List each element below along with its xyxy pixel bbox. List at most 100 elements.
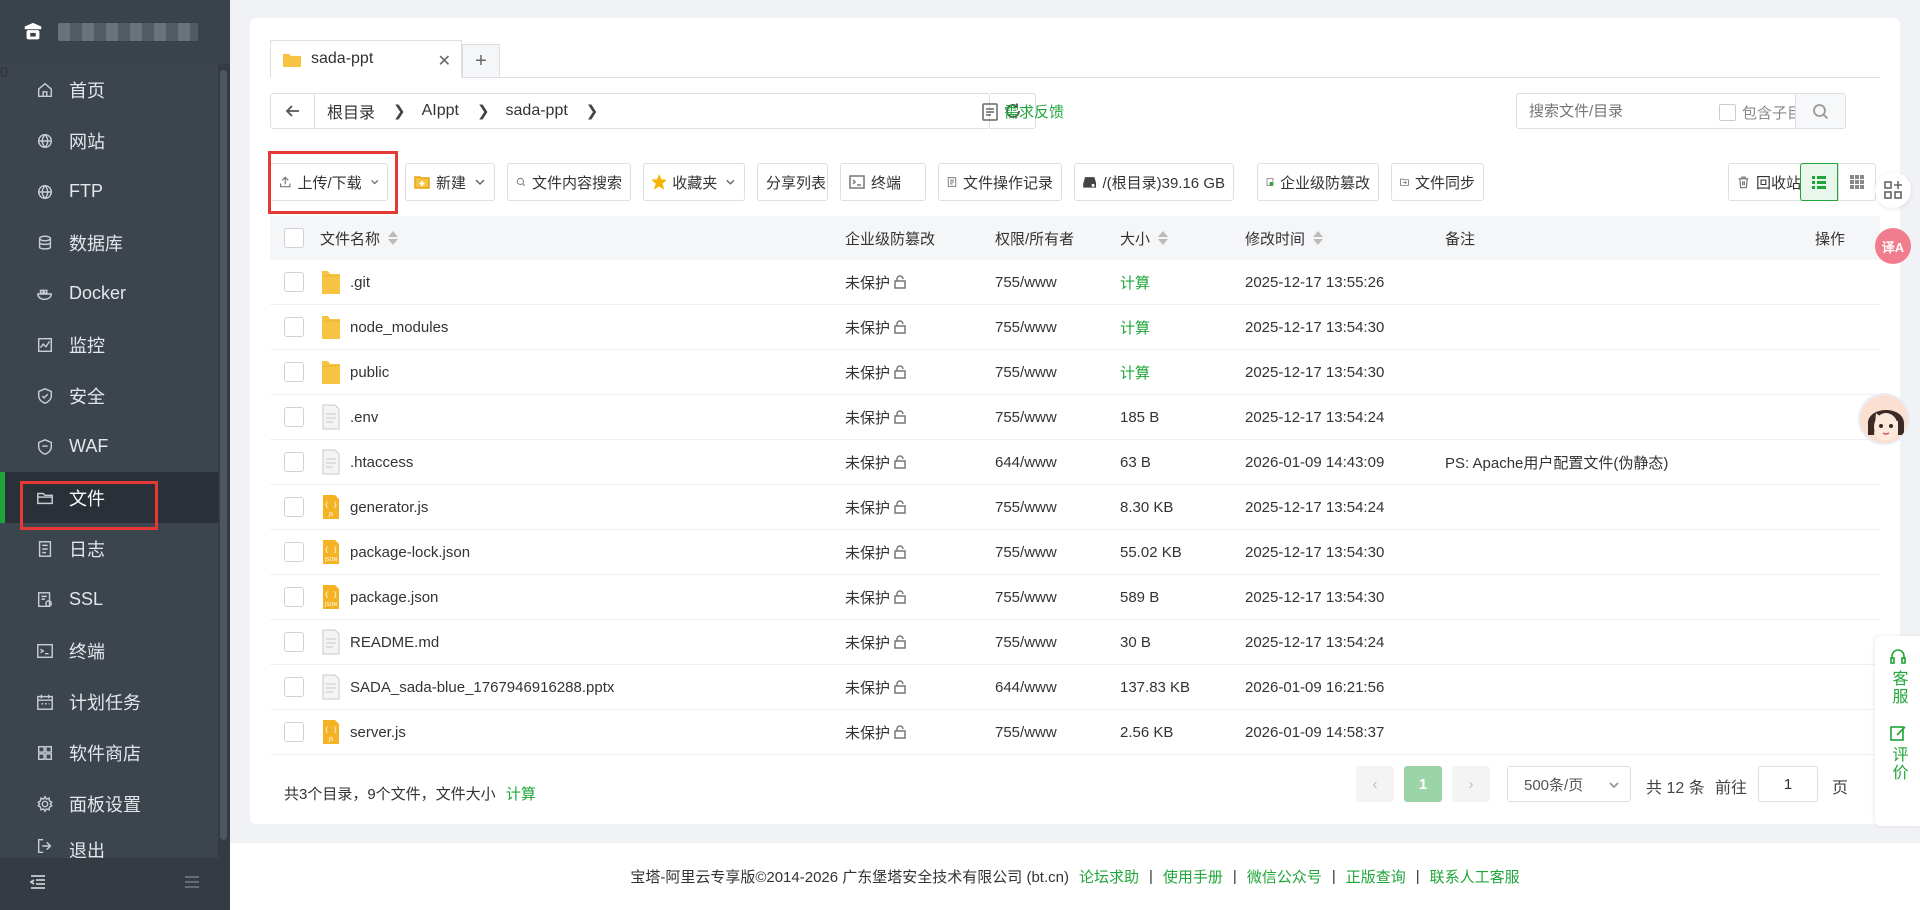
sidebar-item-logs[interactable]: 日志: [0, 523, 218, 574]
perm-owner[interactable]: 755/www: [995, 589, 1057, 606]
breadcrumb-root[interactable]: 根目录: [327, 99, 375, 123]
perm-cell[interactable]: 755/www: [995, 575, 1057, 619]
table-row[interactable]: .env 未保护 755/www 185 B 2025-12-17 13:54:24: [270, 395, 1880, 440]
sidebar-item-ftp[interactable]: FTP: [0, 166, 218, 217]
calc-size-link[interactable]: 计算: [1120, 362, 1150, 383]
sidebar-item-appstore[interactable]: 软件商店: [0, 727, 218, 778]
table-row[interactable]: SADA_sada-blue_1767946916288.pptx 未保护 644/…: [270, 665, 1880, 710]
perm-owner[interactable]: 755/www: [995, 724, 1057, 741]
table-row[interactable]: { } JS server.js 未保护 755/www 2.56 KB 2026-01-0…: [270, 710, 1880, 755]
sidebar-item-home[interactable]: 首页: [0, 64, 218, 115]
table-row[interactable]: { } JS generator.js 未保护 755/www 8.30 KB 2025-1…: [270, 485, 1880, 530]
goto-page-input[interactable]: [1758, 766, 1818, 802]
file-name-cell[interactable]: README.md: [320, 620, 439, 664]
sidebar-item-monitor[interactable]: 监控: [0, 319, 218, 370]
license-check-link[interactable]: 正版查询: [1346, 866, 1406, 887]
perm-owner[interactable]: 755/www: [995, 319, 1057, 336]
sort-icon[interactable]: [1158, 231, 1169, 245]
sidebar-item-logout[interactable]: 退出: [0, 829, 218, 859]
file-note[interactable]: PS: Apache用户配置文件(伪静态): [1445, 452, 1668, 473]
file-name-cell[interactable]: { } JS generator.js: [320, 485, 428, 529]
sidebar-item-ssl[interactable]: SSL: [0, 574, 218, 625]
file-name[interactable]: .env: [350, 409, 378, 426]
tamper-proof-button[interactable]: 企业级防篡改: [1257, 163, 1379, 201]
file-name-cell[interactable]: { } JSON package.json: [320, 575, 438, 619]
file-name-cell[interactable]: public: [320, 350, 389, 394]
size-cell[interactable]: 计算: [1120, 305, 1150, 349]
file-name[interactable]: package.json: [350, 589, 438, 606]
tamper-cell[interactable]: 未保护: [845, 710, 907, 754]
breadcrumb-sada-ppt[interactable]: sada-ppt: [506, 102, 568, 120]
perm-owner[interactable]: 755/www: [995, 634, 1057, 651]
list-view-button[interactable]: [1800, 163, 1838, 201]
close-tab-icon[interactable]: ✕: [438, 51, 451, 71]
file-name-cell[interactable]: .git: [320, 260, 370, 304]
sidebar-item-database[interactable]: 数据库: [0, 217, 218, 268]
file-name-cell[interactable]: .htaccess: [320, 440, 413, 484]
file-name-cell[interactable]: node_modules: [320, 305, 448, 349]
tamper-cell[interactable]: 未保护: [845, 440, 907, 484]
customer-service-button[interactable]: 客服: [1875, 636, 1920, 706]
perm-owner[interactable]: 755/www: [995, 409, 1057, 426]
note-cell[interactable]: PS: Apache用户配置文件(伪静态): [1445, 440, 1668, 484]
perm-cell[interactable]: 755/www: [995, 350, 1057, 394]
add-tab-button[interactable]: +: [462, 44, 500, 78]
sidebar-item-files[interactable]: 文件: [0, 472, 218, 523]
table-row[interactable]: public 未保护 755/www 计算 2025-12-17 13:54:30: [270, 350, 1880, 395]
perm-cell[interactable]: 755/www: [995, 395, 1057, 439]
tamper-cell[interactable]: 未保护: [845, 620, 907, 664]
forum-help-link[interactable]: 论坛求助: [1079, 866, 1139, 887]
file-name-cell[interactable]: { } JSON package-lock.json: [320, 530, 470, 574]
row-checkbox[interactable]: [284, 452, 304, 472]
sort-icon[interactable]: [1313, 231, 1324, 245]
file-name[interactable]: .git: [350, 274, 370, 291]
row-checkbox[interactable]: [284, 722, 304, 742]
row-checkbox[interactable]: [284, 632, 304, 652]
feedback-link[interactable]: 需求反馈: [982, 101, 1064, 122]
perm-cell[interactable]: 755/www: [995, 530, 1057, 574]
menu-toggle-button[interactable]: [182, 872, 202, 896]
file-name[interactable]: public: [350, 364, 389, 381]
content-search-button[interactable]: 文件内容搜索: [507, 163, 631, 201]
tab-sada-ppt[interactable]: sada-ppt ✕: [270, 40, 462, 78]
table-row[interactable]: README.md 未保护 755/www 30 B 2025-12-17 13:54:…: [270, 620, 1880, 665]
col-mtime-header[interactable]: 修改时间: [1245, 216, 1324, 260]
sidebar-item-terminal[interactable]: 终端: [0, 625, 218, 676]
file-name[interactable]: generator.js: [350, 499, 428, 516]
sidebar-item-security[interactable]: 安全: [0, 370, 218, 421]
perm-cell[interactable]: 644/www: [995, 440, 1057, 484]
grid-view-button[interactable]: [1838, 163, 1876, 201]
perm-owner[interactable]: 755/www: [995, 499, 1057, 516]
size-cell[interactable]: 计算: [1120, 350, 1150, 394]
file-name[interactable]: package-lock.json: [350, 544, 470, 561]
file-name[interactable]: SADA_sada-blue_1767946916288.pptx: [350, 679, 614, 696]
tamper-cell[interactable]: 未保护: [845, 260, 907, 304]
row-checkbox[interactable]: [284, 497, 304, 517]
perm-owner[interactable]: 755/www: [995, 274, 1057, 291]
breadcrumb-aippt[interactable]: AIppt: [422, 102, 459, 120]
tamper-cell[interactable]: 未保护: [845, 305, 907, 349]
row-checkbox[interactable]: [284, 677, 304, 697]
perm-owner[interactable]: 755/www: [995, 364, 1057, 381]
sort-icon[interactable]: [388, 231, 399, 245]
next-page-button[interactable]: ›: [1452, 766, 1490, 802]
share-list-button[interactable]: 分享列表: [757, 163, 828, 201]
tamper-cell[interactable]: 未保护: [845, 395, 907, 439]
calc-size-link[interactable]: 计算: [1120, 272, 1150, 293]
file-name[interactable]: node_modules: [350, 319, 448, 336]
path-bar[interactable]: 根目录 ❯ AIppt ❯ sada-ppt ❯: [270, 93, 990, 129]
perm-cell[interactable]: 755/www: [995, 260, 1057, 304]
tamper-cell[interactable]: 未保护: [845, 665, 907, 709]
sidebar-item-website[interactable]: 网站: [0, 115, 218, 166]
calc-size-link[interactable]: 计算: [1120, 317, 1150, 338]
col-size-header[interactable]: 大小: [1120, 216, 1169, 260]
file-name-cell[interactable]: SADA_sada-blue_1767946916288.pptx: [320, 665, 614, 709]
select-all-checkbox[interactable]: [284, 228, 304, 248]
row-checkbox[interactable]: [284, 272, 304, 292]
perm-cell[interactable]: 644/www: [995, 665, 1057, 709]
sidebar-item-docker[interactable]: Docker: [0, 268, 218, 319]
file-name-cell[interactable]: .env: [320, 395, 378, 439]
col-name-header[interactable]: 文件名称: [320, 216, 399, 260]
recycle-bin-button[interactable]: 回收站: [1728, 163, 1810, 201]
assistant-avatar[interactable]: [1858, 393, 1910, 445]
